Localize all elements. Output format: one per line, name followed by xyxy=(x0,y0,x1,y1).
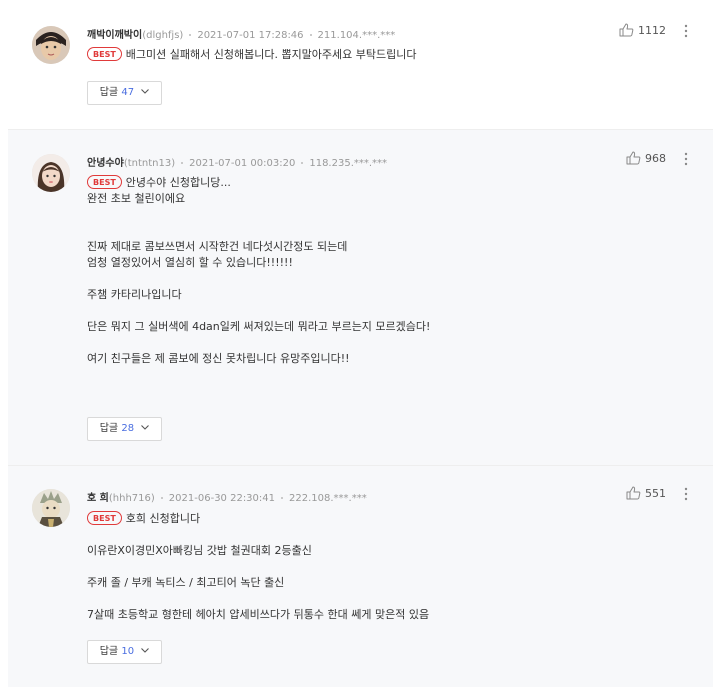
like-count: 968 xyxy=(645,152,666,165)
comment-meta: 안녕수야(tntntn13) 2021-07-01 00:03:20 118.235… xyxy=(87,154,387,169)
comment-line: 엄청 열정있어서 열심히 할 수 있습니다!!!!!! xyxy=(87,256,293,269)
comment-line: 배그미션 실패해서 신청해봅니다. 뽑지말아주세요 부탁드립니다 xyxy=(125,48,417,61)
comment-meta: 깨박이깨박이(dlghfjs) 2021-07-01 17:28:46 211.10… xyxy=(87,26,395,41)
like-button[interactable]: 1112 xyxy=(619,23,666,37)
chevron-down-icon xyxy=(141,425,150,430)
comment-body: BEST 배그미션 실패해서 신청해봅니다. 뽑지말아주세요 부탁드립니다 xyxy=(87,47,417,63)
thumbs-up-icon xyxy=(619,23,634,37)
comment-item: 안녕수야(tntntn13) 2021-07-01 00:03:20 118.235… xyxy=(8,129,713,465)
comment-item: 깨박이깨박이(dlghfjs) 2021-07-01 17:28:46 211.10… xyxy=(8,0,713,129)
user-id: (dlghfjs) xyxy=(142,30,184,41)
comment-item: 호 희(hhh716) 2021-06-30 22:30:41 222.108.**… xyxy=(8,465,713,687)
comment-line: 여기 친구들은 제 콤보에 정신 못차립니다 유망주입니다!! xyxy=(87,352,350,365)
reply-button[interactable]: 답글 10 xyxy=(87,640,162,664)
best-badge: BEST xyxy=(87,511,122,525)
ip-address: 222.108.***.*** xyxy=(289,493,367,504)
ip-address: 211.104.***.*** xyxy=(317,30,396,41)
comment-line: 단은 뭐지 그 실버색에 4dan일케 써져있는데 뭐라고 부르는지 모르겠슴다… xyxy=(87,320,431,333)
reply-count: 28 xyxy=(121,423,135,434)
avatar[interactable] xyxy=(32,154,70,192)
comment-body: BEST 호희 신청합니다 이유란X이경민X아빠킹님 갓밥 철권대회 2등출신 주… xyxy=(87,511,429,623)
comment-line: 완전 초보 철린이에요 xyxy=(87,192,186,205)
user-id: (hhh716) xyxy=(108,493,155,504)
ip-address: 118.235.***.*** xyxy=(309,158,388,169)
comment-meta: 호 희(hhh716) 2021-06-30 22:30:41 222.108.**… xyxy=(87,489,367,504)
thumbs-up-icon xyxy=(626,151,641,165)
nickname[interactable]: 깨박이깨박이 xyxy=(87,30,142,41)
best-badge: BEST xyxy=(87,175,122,189)
like-button[interactable]: 968 xyxy=(626,151,666,165)
nickname[interactable]: 호 희 xyxy=(87,493,109,504)
user-id: (tntntn13) xyxy=(123,158,176,169)
timestamp: 2021-07-01 17:28:46 xyxy=(197,30,304,41)
avatar[interactable] xyxy=(32,26,70,64)
reply-label: 답글 xyxy=(99,423,119,434)
reply-label: 답글 xyxy=(99,646,119,657)
comment-line: 호희 신청합니다 xyxy=(125,512,201,525)
more-vertical-icon[interactable] xyxy=(684,151,688,166)
reply-label: 답글 xyxy=(99,87,119,98)
comment-line: 주챔 카타리나입니다 xyxy=(87,288,182,301)
reply-button[interactable]: 답글 47 xyxy=(87,81,162,105)
comment-line: 안녕수야 신청합니당... xyxy=(125,176,231,189)
avatar[interactable] xyxy=(32,489,70,527)
like-button[interactable]: 551 xyxy=(626,486,666,500)
timestamp: 2021-07-01 00:03:20 xyxy=(189,158,296,169)
nickname[interactable]: 안녕수야 xyxy=(87,158,124,169)
reply-button[interactable]: 답글 28 xyxy=(87,417,162,441)
reply-count: 10 xyxy=(121,646,135,657)
like-count: 551 xyxy=(645,487,666,500)
comment-body: BEST 안녕수야 신청합니당... 완전 초보 철린이에요 진짜 제대로 콤보쓰… xyxy=(87,175,430,367)
more-vertical-icon[interactable] xyxy=(684,23,688,38)
comment-line: 이유란X이경민X아빠킹님 갓밥 철권대회 2등출신 xyxy=(87,544,312,557)
more-vertical-icon[interactable] xyxy=(684,486,688,501)
thumbs-up-icon xyxy=(626,486,641,500)
comment-line: 7살때 초등학교 형한테 헤아치 얍세비쓰다가 뒤통수 한대 쎄게 맞은적 있음 xyxy=(87,608,430,621)
like-count: 1112 xyxy=(638,24,666,37)
best-badge: BEST xyxy=(87,47,122,61)
chevron-down-icon xyxy=(141,89,150,94)
timestamp: 2021-06-30 22:30:41 xyxy=(168,493,276,504)
reply-count: 47 xyxy=(121,87,135,98)
chevron-down-icon xyxy=(141,648,150,653)
comment-line: 주캐 졸 / 부캐 녹티스 / 최고티어 녹단 출신 xyxy=(87,576,285,589)
comment-line: 진짜 제대로 콤보쓰면서 시작한건 네다섯시간정도 되는데 xyxy=(87,240,348,253)
